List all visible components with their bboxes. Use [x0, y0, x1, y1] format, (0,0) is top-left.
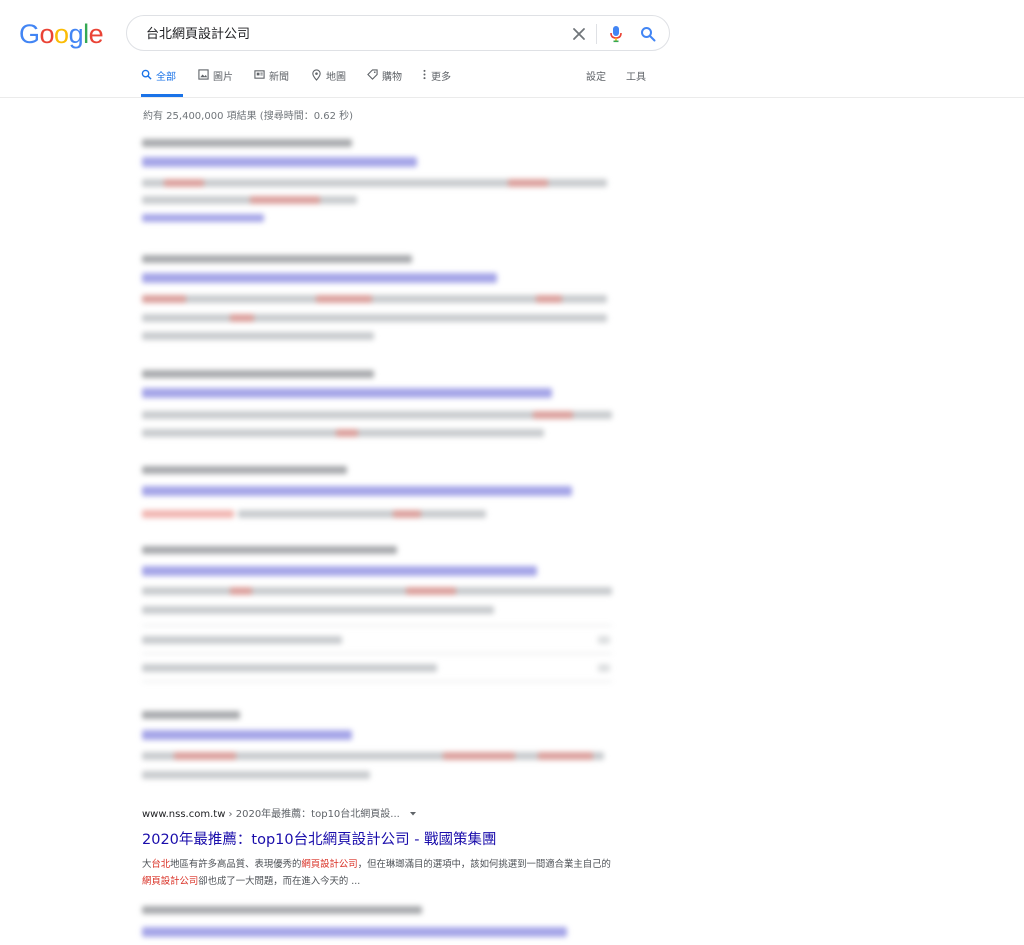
- more-vert-icon: [423, 69, 426, 80]
- blurred-result: [138, 463, 618, 528]
- tab-maps-label: 地圖: [326, 72, 346, 83]
- tab-all[interactable]: 全部: [141, 68, 183, 97]
- tab-shopping-label: 購物: [382, 72, 402, 83]
- snippet-highlight: 網頁設計公司: [301, 859, 358, 870]
- result-breadcrumb: › 2020年最推薦：top10台北網頁設...: [225, 809, 400, 820]
- result-snippet: 大台北地區有許多高品質、表現優秀的網頁設計公司，但在琳瑯滿目的選項中，該如何挑選…: [142, 856, 612, 890]
- blurred-result: [138, 367, 618, 447]
- search-input[interactable]: [144, 24, 568, 41]
- blurred-result: [138, 903, 618, 945]
- snippet-text: 卻也成了一大問題，而在進入今天的 ...: [198, 876, 361, 887]
- snippet-text: 地區有許多高品質、表現優秀的: [170, 859, 302, 870]
- snippet-text: 大: [142, 859, 152, 870]
- search-tabs: 全部 圖片 新聞 地圖 購物 更多 設定 工具: [141, 68, 1021, 97]
- result-domain: www.nss.com.tw: [142, 809, 226, 820]
- snippet-highlight: 台北: [151, 859, 171, 870]
- tab-shopping[interactable]: 購物: [367, 68, 402, 97]
- chevron-down-icon[interactable]: [409, 811, 417, 817]
- tab-images-label: 圖片: [213, 72, 233, 83]
- tab-more-label: 更多: [431, 72, 451, 83]
- map-pin-icon: [312, 69, 321, 81]
- search-icon[interactable]: [637, 23, 659, 45]
- tab-maps[interactable]: 地圖: [311, 68, 346, 97]
- header: Google 全部 圖片 新聞: [0, 0, 1024, 98]
- search-divider: [596, 24, 597, 44]
- blurred-result: [138, 136, 618, 231]
- result-title-link[interactable]: 2020年最推薦：top10台北網頁設計公司 - 戰國策集團: [142, 828, 622, 849]
- snippet-text: ，但在琳瑯滿目的選項中，該如何挑選到一間適合業主自己的: [357, 859, 611, 870]
- tag-icon: [367, 69, 378, 80]
- google-logo[interactable]: Google: [19, 19, 104, 50]
- news-icon: [254, 70, 265, 79]
- settings-link[interactable]: 設定: [586, 68, 606, 83]
- tab-images[interactable]: 圖片: [198, 68, 233, 97]
- snippet-highlight: 網頁設計公司: [142, 876, 199, 887]
- tab-news[interactable]: 新聞: [254, 68, 289, 97]
- blurred-result: [138, 252, 618, 347]
- tab-news-label: 新聞: [269, 72, 289, 83]
- tools-link[interactable]: 工具: [626, 68, 646, 83]
- tab-more[interactable]: 更多: [422, 68, 451, 97]
- image-icon: [198, 69, 209, 80]
- search-box[interactable]: [126, 15, 670, 51]
- close-icon[interactable]: [568, 23, 590, 45]
- tab-all-label: 全部: [156, 72, 176, 83]
- blurred-result: [138, 708, 618, 788]
- search-result: www.nss.com.tw › 2020年最推薦：top10台北網頁設... …: [142, 805, 622, 890]
- mic-icon[interactable]: [605, 23, 627, 45]
- search-icon: [141, 69, 152, 80]
- blurred-result: [138, 543, 618, 683]
- result-stats: 約有 25,400,000 項結果 (搜尋時間：0.62 秒): [143, 111, 354, 122]
- result-cite[interactable]: www.nss.com.tw › 2020年最推薦：top10台北網頁設...: [142, 805, 622, 820]
